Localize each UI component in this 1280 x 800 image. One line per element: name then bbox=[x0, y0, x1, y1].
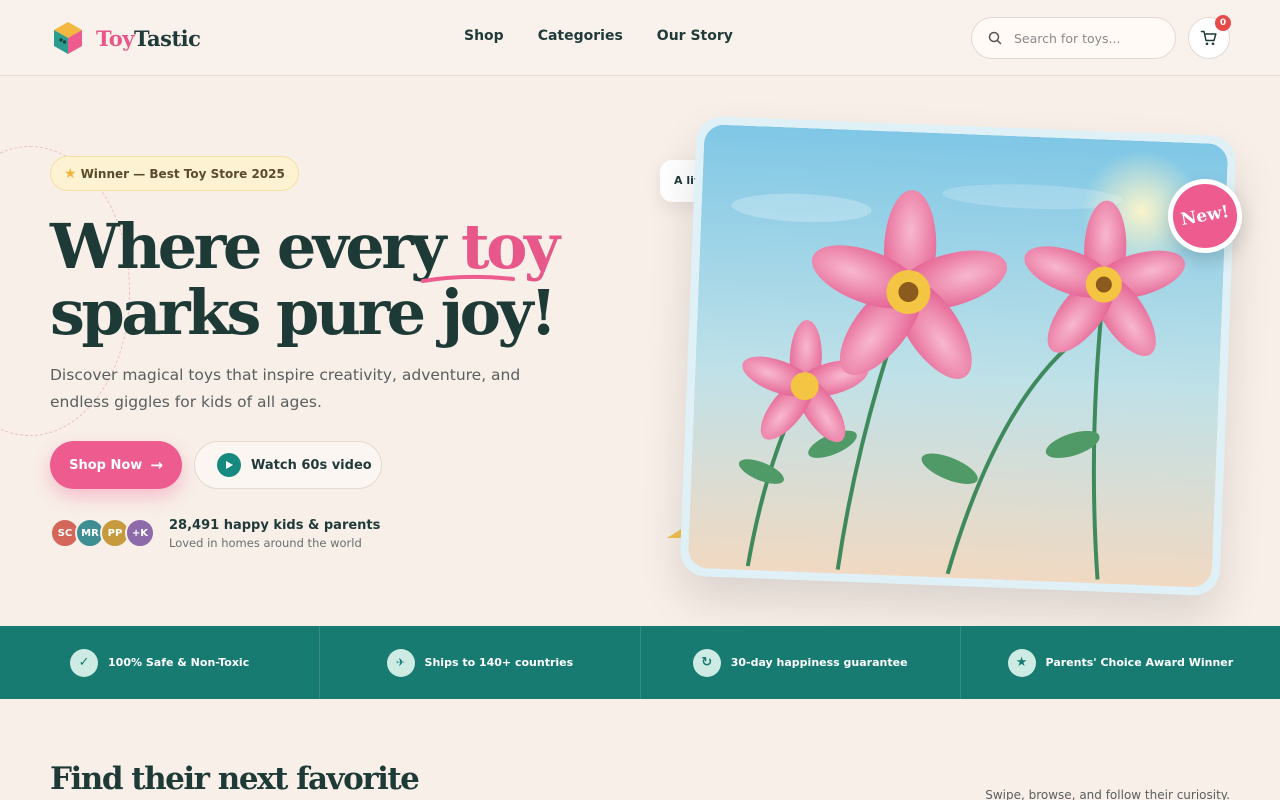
new-badge-text: New! bbox=[1179, 201, 1231, 231]
check-icon: ✓ bbox=[70, 648, 99, 677]
nav-our-story[interactable]: Our Story bbox=[657, 28, 733, 44]
shop-now-label: Shop Now bbox=[69, 457, 143, 473]
headline-part1: Where every bbox=[50, 210, 462, 283]
watch-video-button[interactable]: Watch 60s video bbox=[194, 441, 382, 489]
section-subtitle: Swipe, browse, and follow their curiosit… bbox=[985, 788, 1230, 800]
trust-item-guarantee: ↻ 30-day happiness guarantee bbox=[641, 626, 961, 699]
nav-shop[interactable]: Shop bbox=[464, 28, 504, 44]
watch-video-label: Watch 60s video bbox=[251, 457, 372, 473]
star-icon: ★ bbox=[64, 165, 77, 182]
cart-button[interactable]: 0 bbox=[1188, 15, 1231, 59]
cart-count-badge: 0 bbox=[1215, 15, 1231, 31]
trust-item-award: ★ Parents' Choice Award Winner bbox=[961, 626, 1280, 699]
trust-item-shipping: ✈ Ships to 140+ countries bbox=[320, 626, 641, 699]
trust-label: Parents' Choice Award Winner bbox=[1045, 656, 1234, 669]
award-badge: ★ Winner — Best Toy Store 2025 bbox=[50, 156, 299, 191]
hero-subtitle: Discover magical toys that inspire creat… bbox=[50, 366, 521, 411]
play-icon bbox=[217, 453, 241, 477]
plane-icon: ✈ bbox=[386, 648, 415, 677]
social-proof-title: 28,491 happy kids & parents bbox=[169, 518, 381, 533]
refresh-icon: ↻ bbox=[692, 648, 721, 677]
toy-cube-icon bbox=[54, 22, 82, 54]
social-proof-subtitle: Loved in homes around the world bbox=[169, 536, 362, 550]
section-title: Find their next favorite bbox=[50, 761, 420, 797]
trust-item-safe: ✓ 100% Safe & Non-Toxic bbox=[0, 626, 321, 699]
site-header: ToyTastic Shop Categories Our Story 0 bbox=[0, 0, 1280, 76]
brand-name: ToyTastic bbox=[96, 25, 201, 51]
nav-categories[interactable]: Categories bbox=[538, 28, 623, 44]
hero-section: ★ Winner — Best Toy Store 2025 Where eve… bbox=[0, 76, 1280, 626]
star-icon: ★ bbox=[1007, 648, 1036, 677]
arrow-right-icon: → bbox=[150, 456, 163, 474]
search-input[interactable] bbox=[1014, 30, 1154, 46]
search-icon bbox=[988, 31, 1002, 45]
brand-logo[interactable]: ToyTastic bbox=[52, 20, 201, 56]
hero-image-frame bbox=[679, 115, 1237, 597]
main-nav: Shop Categories Our Story bbox=[464, 28, 733, 44]
shop-now-button[interactable]: Shop Now → bbox=[50, 441, 182, 489]
award-badge-text: Winner — Best Toy Store 2025 bbox=[80, 166, 285, 181]
shopping-cart-icon bbox=[1200, 30, 1217, 46]
highlight-underline bbox=[421, 274, 515, 283]
headline-line2: sparks pure joy! bbox=[50, 276, 557, 349]
trust-label: 30-day happiness guarantee bbox=[730, 656, 908, 669]
avatar-stack: SC MR PP +K bbox=[50, 518, 155, 548]
avatar: +K bbox=[125, 518, 155, 548]
trust-label: Ships to 140+ countries bbox=[424, 656, 574, 669]
trust-bar: ✓ 100% Safe & Non-Toxic ✈ Ships to 140+ … bbox=[0, 626, 1280, 699]
search-box bbox=[971, 17, 1176, 59]
trust-label: 100% Safe & Non-Toxic bbox=[108, 656, 250, 669]
flowers-illustration bbox=[687, 124, 1229, 588]
